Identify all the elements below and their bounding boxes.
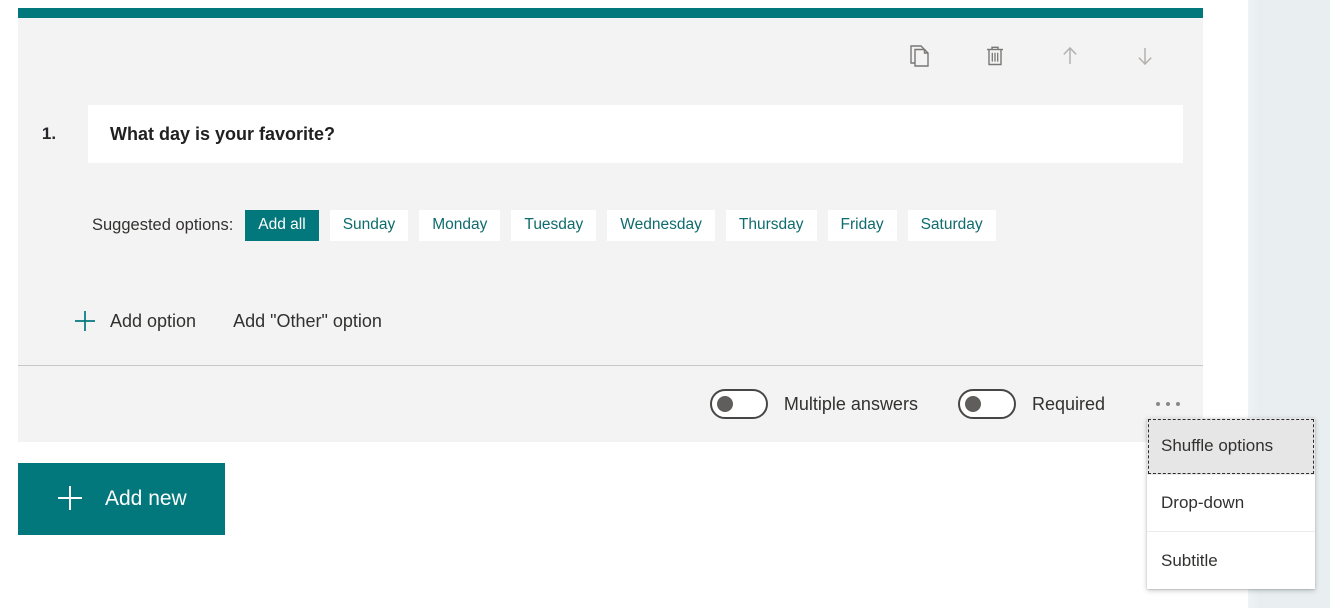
add-other-option-button[interactable]: Add "Other" option: [233, 311, 382, 332]
copy-question-icon: [907, 43, 933, 69]
suggested-option-tuesday[interactable]: Tuesday: [511, 209, 597, 241]
question-options-menu: Shuffle options Drop-down Subtitle: [1147, 418, 1315, 589]
question-row: 1.: [18, 100, 1203, 168]
suggested-option-saturday[interactable]: Saturday: [907, 209, 996, 241]
plus-icon: [70, 306, 100, 336]
required-group: Required: [957, 389, 1105, 419]
delete-question-icon: [982, 43, 1008, 69]
add-all-options-button[interactable]: Add all: [245, 209, 319, 241]
add-option-row: Add option Add "Other" option: [70, 303, 382, 339]
question-card-footer: Multiple answers Required: [18, 366, 1203, 442]
menu-item-drop-down[interactable]: Drop-down: [1147, 475, 1315, 532]
add-new-label: Add new: [105, 487, 187, 510]
move-question-down-button[interactable]: [1123, 34, 1167, 78]
multiple-answers-group: Multiple answers: [709, 389, 918, 419]
required-toggle[interactable]: [957, 389, 1016, 419]
toggle-knob: [964, 396, 981, 412]
question-number: 1.: [41, 124, 57, 143]
move-question-up-button[interactable]: [1048, 34, 1092, 78]
required-label: Required: [1031, 393, 1105, 414]
suggested-options-row: Suggested options: Add all Sunday Monday…: [92, 208, 1007, 242]
question-card: 1. Suggested options: Add all Sunday Mon…: [18, 8, 1203, 442]
add-option-button[interactable]: Add option: [70, 306, 196, 336]
suggested-option-thursday[interactable]: Thursday: [725, 209, 817, 241]
multiple-answers-toggle[interactable]: [709, 389, 768, 419]
suggested-option-friday[interactable]: Friday: [827, 209, 897, 241]
menu-item-shuffle-options[interactable]: Shuffle options: [1147, 418, 1315, 475]
move-down-icon: [1132, 43, 1158, 69]
copy-question-button[interactable]: [898, 34, 942, 78]
suggested-option-wednesday[interactable]: Wednesday: [607, 209, 715, 241]
toggle-knob: [716, 396, 733, 412]
suggested-option-monday[interactable]: Monday: [419, 209, 501, 241]
move-up-icon: [1057, 43, 1083, 69]
question-text-input[interactable]: [88, 105, 1183, 163]
suggested-option-sunday[interactable]: Sunday: [329, 209, 409, 241]
question-toolbar: [898, 26, 1198, 86]
multiple-answers-label: Multiple answers: [783, 393, 918, 414]
add-option-label: Add option: [110, 310, 197, 331]
card-accent-bar: [18, 8, 1203, 18]
add-new-question-button[interactable]: Add new: [18, 463, 225, 535]
ellipsis-icon: [1156, 402, 1180, 406]
delete-question-button[interactable]: [973, 34, 1017, 78]
plus-icon: [54, 482, 86, 517]
suggested-options-label: Suggested options:: [92, 215, 234, 234]
menu-item-subtitle[interactable]: Subtitle: [1147, 532, 1315, 589]
